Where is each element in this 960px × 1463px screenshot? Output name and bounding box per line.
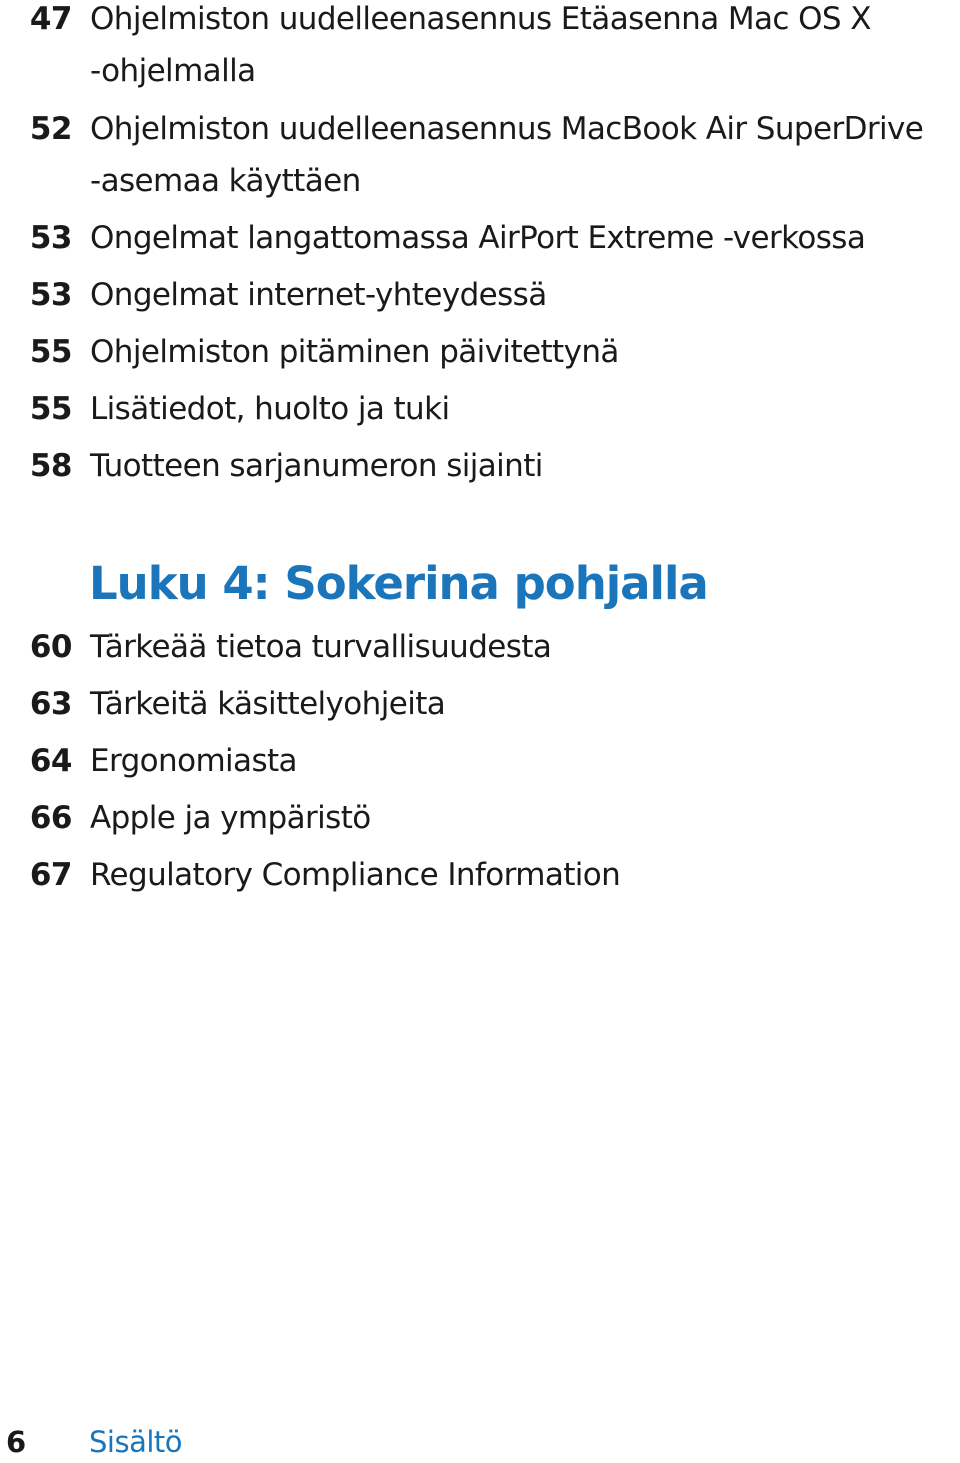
toc-page-number: 53	[29, 220, 73, 256]
toc-page-number: 53	[29, 277, 73, 313]
toc-entry-title-continuation[interactable]: -ohjelmalla	[90, 52, 958, 90]
footer-page-number: 6	[6, 1425, 27, 1459]
toc-entry-title[interactable]: Tärkeää tietoa turvallisuudesta	[90, 628, 958, 666]
toc-page-number: 55	[29, 334, 73, 370]
toc-entry-title[interactable]: Ohjelmiston uudelleenasennus Etäasenna M…	[90, 0, 958, 38]
chapter-heading[interactable]: Luku 4: Sokerina pohjalla	[89, 556, 709, 612]
toc-page-number: 67	[29, 857, 73, 893]
toc-entry-title[interactable]: Lisätiedot, huolto ja tuki	[90, 390, 958, 428]
toc-page-number: 55	[29, 391, 73, 427]
toc-entry-title[interactable]: Ohjelmiston pitäminen päivitettynä	[90, 333, 958, 371]
toc-entry-title[interactable]: Regulatory Compliance Information	[90, 856, 958, 894]
toc-entry-title-continuation[interactable]: -asemaa käyttäen	[90, 162, 958, 200]
toc-entry-title[interactable]: Tuotteen sarjanumeron sijainti	[90, 447, 958, 485]
toc-entry-title[interactable]: Ongelmat langattomassa AirPort Extreme -…	[90, 219, 958, 257]
toc-entry-title[interactable]: Apple ja ympäristö	[90, 799, 958, 837]
toc-page-number: 63	[29, 686, 73, 722]
toc-page-number: 52	[29, 111, 73, 147]
toc-page-number: 47	[29, 1, 73, 37]
toc-page-number: 60	[29, 629, 73, 665]
toc-page-number: 66	[29, 800, 73, 836]
toc-page-number: 64	[29, 743, 73, 779]
toc-entry-title[interactable]: Ongelmat internet-yhteydessä	[90, 276, 958, 314]
toc-entry-title[interactable]: Ohjelmiston uudelleenasennus MacBook Air…	[90, 110, 958, 148]
toc-page-number: 58	[29, 448, 73, 484]
footer-section-title: Sisältö	[89, 1425, 183, 1459]
toc-entry-title[interactable]: Ergonomiasta	[90, 742, 958, 780]
toc-entry-title[interactable]: Tärkeitä käsittelyohjeita	[90, 685, 958, 723]
